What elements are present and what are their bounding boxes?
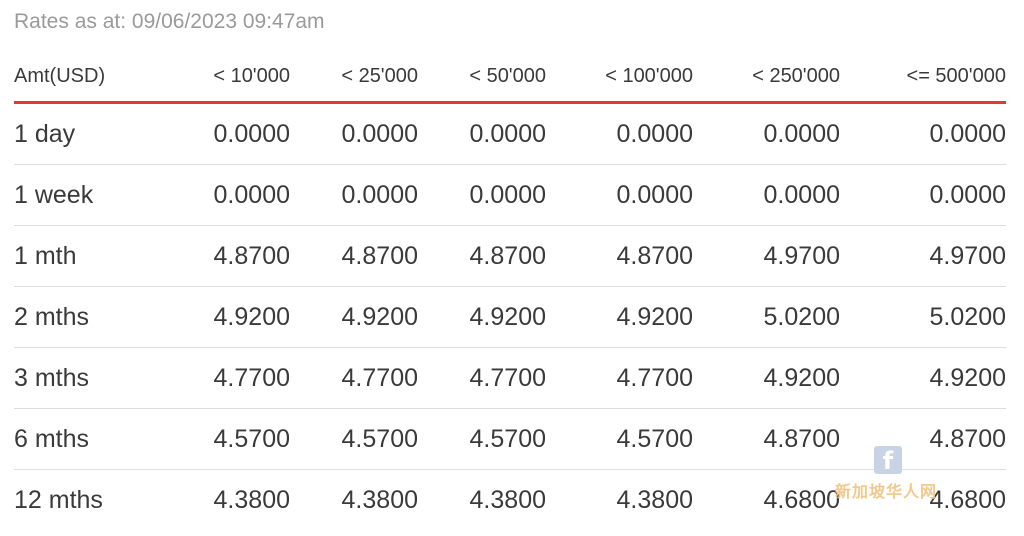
table-row: 6 mths 4.5700 4.5700 4.5700 4.5700 4.870… bbox=[14, 408, 1006, 470]
rate-cell: 4.7700 bbox=[290, 347, 418, 409]
rate-cell: 4.7700 bbox=[166, 347, 290, 409]
rate-cell: 0.0000 bbox=[840, 164, 1006, 226]
rate-cell: 4.9200 bbox=[693, 347, 840, 409]
rate-cell: 0.0000 bbox=[290, 102, 418, 165]
row-tenor: 1 mth bbox=[14, 225, 166, 287]
rate-cell: 4.8700 bbox=[166, 225, 290, 287]
header-tier: < 25'000 bbox=[290, 51, 418, 104]
deposit-rates-table: Amt(USD) < 10'000 < 25'000 < 50'000 < 10… bbox=[14, 51, 1006, 530]
rates-timestamp: Rates as at: 09/06/2023 09:47am bbox=[14, 10, 325, 33]
rate-cell: 0.0000 bbox=[693, 102, 840, 165]
rate-cell: 4.3800 bbox=[469, 485, 546, 514]
rate-cell: 0.0000 bbox=[166, 102, 290, 165]
rate-cell: 4.9200 bbox=[840, 347, 1006, 409]
header-tier: <= 500'000 bbox=[840, 51, 1006, 104]
rate-cell: 4.9200 bbox=[290, 286, 418, 348]
table-row: 1 mth 4.8700 4.8700 4.8700 4.8700 4.9700… bbox=[14, 225, 1006, 287]
rate-cell: 0.0000 bbox=[546, 102, 693, 165]
rate-cell: 0.0000 bbox=[546, 164, 693, 226]
rate-cell: 4.9200 bbox=[546, 286, 693, 348]
row-tenor: 12 mths bbox=[14, 485, 103, 514]
header-tier: < 50'000 bbox=[418, 51, 546, 104]
row-tenor: 1 day bbox=[14, 102, 166, 165]
rate-cell: 4.9200 bbox=[418, 286, 546, 348]
table-row: 12 mths 4.3800 4.3800 4.3800 4.3800 4.68… bbox=[14, 470, 1006, 531]
header-tier: < 10'000 bbox=[166, 51, 290, 104]
rate-cell: 4.5700 bbox=[418, 408, 546, 470]
rate-cell: 4.9200 bbox=[166, 286, 290, 348]
header-tier: < 250'000 bbox=[693, 51, 840, 104]
rate-cell: 4.8700 bbox=[418, 225, 546, 287]
header-row: Amt(USD) < 10'000 < 25'000 < 50'000 < 10… bbox=[14, 51, 1006, 104]
rate-cell: 5.0200 bbox=[693, 286, 840, 348]
table-row: 1 week 0.0000 0.0000 0.0000 0.0000 0.000… bbox=[14, 164, 1006, 226]
row-tenor: 2 mths bbox=[14, 286, 166, 348]
rate-cell: 4.5700 bbox=[290, 408, 418, 470]
row-tenor: 3 mths bbox=[14, 347, 166, 409]
rate-cell: 4.8700 bbox=[693, 408, 840, 470]
rate-cell: 4.8700 bbox=[546, 225, 693, 287]
rate-cell: 4.5700 bbox=[546, 408, 693, 470]
rate-cell: 4.6800 bbox=[929, 485, 1006, 514]
rate-cell: 4.6800 bbox=[763, 485, 840, 514]
row-tenor: 1 week bbox=[14, 164, 166, 226]
rate-cell: 0.0000 bbox=[840, 102, 1006, 165]
header-amount: Amt(USD) bbox=[14, 51, 166, 104]
rate-cell: 4.9700 bbox=[693, 225, 840, 287]
rate-cell: 4.8700 bbox=[840, 408, 1006, 470]
row-tenor: 6 mths bbox=[14, 408, 166, 470]
rate-cell: 4.3800 bbox=[616, 485, 693, 514]
rate-cell: 5.0200 bbox=[840, 286, 1006, 348]
table-row: 3 mths 4.7700 4.7700 4.7700 4.7700 4.920… bbox=[14, 347, 1006, 409]
rate-cell: 4.7700 bbox=[418, 347, 546, 409]
table-body: 1 day 0.0000 0.0000 0.0000 0.0000 0.0000… bbox=[14, 102, 1006, 531]
rate-cell: 4.7700 bbox=[546, 347, 693, 409]
rate-cell: 0.0000 bbox=[166, 164, 290, 226]
rate-cell: 0.0000 bbox=[418, 164, 546, 226]
table-header: Amt(USD) < 10'000 < 25'000 < 50'000 < 10… bbox=[14, 51, 1006, 104]
rate-cell: 4.5700 bbox=[166, 408, 290, 470]
rate-cell: 4.9700 bbox=[840, 225, 1006, 287]
rate-cell: 4.3800 bbox=[213, 485, 290, 514]
rate-cell: 4.8700 bbox=[290, 225, 418, 287]
table-row: 2 mths 4.9200 4.9200 4.9200 4.9200 5.020… bbox=[14, 286, 1006, 348]
rate-cell: 0.0000 bbox=[418, 102, 546, 165]
rate-cell: 0.0000 bbox=[693, 164, 840, 226]
header-tier: < 100'000 bbox=[546, 51, 693, 104]
rate-cell: 4.3800 bbox=[341, 485, 418, 514]
rate-cell: 0.0000 bbox=[290, 164, 418, 226]
table-row: 1 day 0.0000 0.0000 0.0000 0.0000 0.0000… bbox=[14, 102, 1006, 165]
